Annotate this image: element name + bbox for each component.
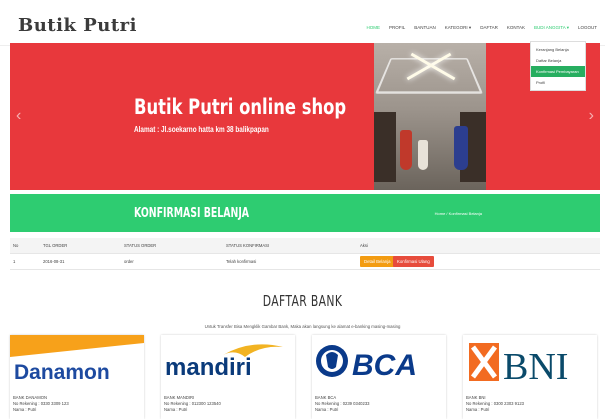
carousel-next-icon[interactable]: › bbox=[589, 107, 594, 125]
nav-kategori[interactable]: KATEGORI ▾ bbox=[445, 25, 471, 31]
shelf bbox=[374, 112, 396, 182]
navbar: Butik Putri HOME PROFIL BANTUAN KATEGORI… bbox=[0, 6, 605, 46]
bank-card-danamon[interactable]: Danamon BANK DANAMON No Rekening : 0330 … bbox=[10, 335, 144, 419]
cell-status: order bbox=[124, 259, 134, 264]
cell-confirm: Telah konfirmasi bbox=[226, 259, 257, 264]
bank-owner: Nama : Putri bbox=[466, 407, 490, 412]
mandiri-logo[interactable]: mandiri bbox=[161, 335, 295, 391]
header-no: No bbox=[13, 243, 19, 248]
brand-logo[interactable]: Butik Putri bbox=[18, 15, 137, 36]
nav-daftar[interactable]: DAFTAR bbox=[480, 25, 498, 31]
bank-info: BANK DANAMON No Rekening : 0330 3309 123… bbox=[13, 395, 69, 413]
bank-owner: Nama : Putri bbox=[13, 407, 37, 412]
dropdown-item-konfirmasi[interactable]: Konfirmasi Pembayaran bbox=[531, 66, 585, 77]
mandiri-logo-text: mandiri bbox=[165, 354, 252, 381]
bank-card-mandiri[interactable]: mandiri BANK MANDIRI No Rekening : 01230… bbox=[161, 335, 295, 419]
dropdown-item-keranjang[interactable]: Keranjang Belanja bbox=[531, 44, 585, 55]
bank-info: BANK MANDIRI No Rekening : 012300 123540… bbox=[164, 395, 221, 413]
main-nav: HOME PROFIL BANTUAN KATEGORI ▾ DAFTAR KO… bbox=[366, 25, 597, 31]
mannequin-dress bbox=[418, 140, 428, 170]
danamon-logo-text: Danamon bbox=[14, 361, 110, 384]
cell-no: 1 bbox=[13, 259, 16, 264]
hero-title: Butik Putri online shop bbox=[134, 95, 347, 119]
bank-cards: Danamon BANK DANAMON No Rekening : 0330 … bbox=[10, 335, 600, 419]
bca-logo[interactable]: BCA bbox=[312, 335, 446, 391]
nav-logout[interactable]: LOGOUT bbox=[578, 25, 597, 31]
bank-info: BANK BCA No Rekening : 0239 0340233 Nama… bbox=[315, 395, 369, 413]
user-dropdown-menu: Keranjang Belanja Daftar Belanja Konfirm… bbox=[530, 41, 586, 91]
nav-user-menu[interactable]: BUDI ANGGITA ▾ bbox=[534, 25, 569, 31]
bank-section-title: DAFTAR BANK bbox=[262, 292, 343, 310]
bank-card-bni[interactable]: BNI BANK BNI No Rekening : 0300 2303 912… bbox=[463, 335, 597, 419]
nav-profil[interactable]: PROFIL bbox=[389, 25, 405, 31]
bank-note: Untuk Transfer Bisa Mengklik Gambar Bank… bbox=[204, 324, 401, 329]
table-header-row: No TGL ORDER STATUS ORDER STATUS KONFIRM… bbox=[10, 238, 600, 254]
header-tgl-order: TGL ORDER bbox=[43, 243, 68, 248]
cell-date: 2016-08-31 bbox=[43, 259, 65, 264]
konfirmasi-ulang-button[interactable]: Konfirmasi Ulang bbox=[393, 256, 434, 267]
nav-kontak[interactable]: KONTAK bbox=[507, 25, 525, 31]
hero-subtitle: Alamat : Jl.soekarno hatta km 38 balikpa… bbox=[134, 125, 269, 134]
bni-logo-text: BNI bbox=[503, 346, 568, 388]
bni-logo[interactable]: BNI bbox=[463, 335, 597, 391]
header-status-order: STATUS ORDER bbox=[124, 243, 157, 248]
header-status-konfirmasi: STATUS KONFIRMASI bbox=[226, 243, 270, 248]
detail-belanja-button[interactable]: Detail Belanja bbox=[360, 256, 395, 267]
nav-bantuan[interactable]: BANTUAN bbox=[414, 25, 436, 31]
bank-card-bca[interactable]: BCA BANK BCA No Rekening : 0239 0340233 … bbox=[312, 335, 446, 419]
bca-logo-text: BCA bbox=[352, 349, 417, 382]
header-aksi: Aksi bbox=[360, 243, 368, 248]
bank-owner: Nama : Putri bbox=[315, 407, 339, 412]
page-title: KONFIRMASI BELANJA bbox=[134, 206, 250, 221]
mannequin-dress bbox=[400, 130, 412, 170]
dropdown-item-daftar-belanja[interactable]: Daftar Belanja bbox=[531, 55, 585, 66]
dropdown-item-profil[interactable]: Profil bbox=[531, 77, 585, 88]
mannequin-dress bbox=[454, 126, 468, 170]
nav-home[interactable]: HOME bbox=[366, 25, 380, 31]
bank-info: BANK BNI No Rekening : 0300 2303 9123 Na… bbox=[466, 395, 524, 413]
order-table: No TGL ORDER STATUS ORDER STATUS KONFIRM… bbox=[10, 238, 600, 270]
hero-carousel: ‹ Butik Putri online shop Alamat : Jl.so… bbox=[10, 43, 600, 190]
carousel-prev-icon[interactable]: ‹ bbox=[16, 107, 21, 125]
page: Butik Putri HOME PROFIL BANTUAN KATEGORI… bbox=[0, 0, 605, 419]
shop-photo bbox=[374, 43, 486, 190]
danamon-logo[interactable]: Danamon bbox=[10, 335, 144, 391]
bank-owner: Nama : Putri bbox=[164, 407, 188, 412]
table-row: 1 2016-08-31 order Telah konfirmasi Deta… bbox=[10, 254, 600, 270]
page-header-band: KONFIRMASI BELANJA Home / Konfirmasi Bel… bbox=[10, 194, 600, 232]
breadcrumb[interactable]: Home / Konfirmasi Belanja bbox=[435, 211, 482, 216]
